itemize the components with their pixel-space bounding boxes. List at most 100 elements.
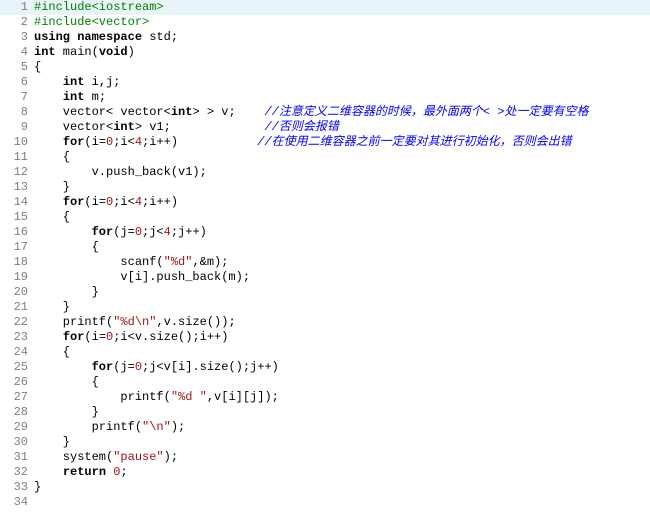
code-token: "pause" [113,450,163,464]
code-token: "\n" [142,420,171,434]
code-line: 30 } [0,435,650,450]
code-token: //注意定义二维容器的时候，最外面两个< >处一定要有空格 [264,105,588,119]
code-token: for [63,195,85,209]
line-number: 22 [0,315,34,330]
code-content: using namespace std; [34,30,650,45]
code-token: printf( [34,390,171,404]
code-token [34,90,63,104]
line-number: 19 [0,270,34,285]
code-content: for(i=0;i<4;i++) [34,195,650,210]
code-line: 1#include<iostream> [0,0,650,15]
code-line: 27 printf("%d ",v[i][j]); [0,390,650,405]
code-token: //在使用二维容器之前一定要对其进行初始化，否则会出错 [257,135,571,149]
code-token: ) [128,45,135,59]
code-token: v[i].push_back(m); [34,270,250,284]
line-number: 6 [0,75,34,90]
code-line: 8 vector< vector<int> > v; //注意定义二维容器的时候… [0,105,650,120]
code-token: vector< [34,120,113,134]
code-token: int [63,75,85,89]
code-token: (j= [113,360,135,374]
line-number: 2 [0,15,34,30]
code-content: for(j=0;j<v[i].size();j++) [34,360,650,375]
code-line: 32 return 0; [0,465,650,480]
code-content: scanf("%d",&m); [34,255,650,270]
code-token: ); [171,420,185,434]
code-content: } [34,405,650,420]
code-token: for [63,135,85,149]
code-line: 21 } [0,300,650,315]
code-content: #include<iostream> [34,0,650,15]
code-token: (i= [84,330,106,344]
code-token: main( [56,45,99,59]
code-token: (j= [113,225,135,239]
code-token: ;i< [113,135,135,149]
code-token: printf( [34,315,113,329]
code-line: 16 for(j=0;j<4;j++) [0,225,650,240]
code-content: return 0; [34,465,650,480]
code-token: ;i< [113,195,135,209]
code-token: 0 [135,360,142,374]
code-token: //否则会报错 [264,120,338,134]
code-token: vector< vector< [34,105,171,119]
line-number: 9 [0,120,34,135]
code-line: 20 } [0,285,650,300]
code-token: for [63,330,85,344]
code-content: for(i=0;i<v.size();i++) [34,330,650,345]
code-token: ); [164,450,178,464]
code-content: v[i].push_back(m); [34,270,650,285]
code-token: system( [34,450,113,464]
code-token: { [34,150,70,164]
code-token: ;i++) [142,195,178,209]
code-token: return [63,465,106,479]
code-token: int [34,45,56,59]
code-token: ;j++) [171,225,207,239]
code-token: } [34,480,41,494]
code-line: 7 int m; [0,90,650,105]
code-line: 2#include<vector> [0,15,650,30]
code-token: ,&m); [192,255,228,269]
line-number: 18 [0,255,34,270]
code-token: { [34,60,41,74]
code-token: { [34,345,70,359]
code-line: 25 for(j=0;j<v[i].size();j++) [0,360,650,375]
code-token: std; [142,30,178,44]
code-token: 4 [135,135,142,149]
code-token: > > v; [192,105,264,119]
code-token: i,j; [84,75,120,89]
code-content: } [34,480,650,495]
code-content: } [34,285,650,300]
line-number: 24 [0,345,34,360]
code-line: 22 printf("%d\n",v.size()); [0,315,650,330]
line-number: 5 [0,60,34,75]
code-line: 6 int i,j; [0,75,650,90]
code-content: { [34,210,650,225]
code-token: for [92,225,114,239]
code-token: for [92,360,114,374]
code-editor: 1#include<iostream>2#include<vector>3usi… [0,0,650,510]
code-content: } [34,300,650,315]
code-content: printf("\n"); [34,420,650,435]
line-number: 31 [0,450,34,465]
line-number: 7 [0,90,34,105]
code-content: int m; [34,90,650,105]
code-content: int main(void) [34,45,650,60]
code-content: for(i=0;i<4;i++) //在使用二维容器之前一定要对其进行初始化，否… [34,135,650,150]
code-content: printf("%d\n",v.size()); [34,315,650,330]
code-token: ,v.size()); [156,315,235,329]
code-token: "%d" [164,255,193,269]
code-content: vector<int> v1; //否则会报错 [34,120,650,135]
code-line: 28 } [0,405,650,420]
line-number: 14 [0,195,34,210]
line-number: 32 [0,465,34,480]
code-line: 18 scanf("%d",&m); [0,255,650,270]
line-number: 34 [0,495,34,510]
code-token: ; [120,465,127,479]
code-line: 12 v.push_back(v1); [0,165,650,180]
line-number: 12 [0,165,34,180]
code-content: { [34,240,650,255]
code-line: 17 { [0,240,650,255]
code-content: } [34,180,650,195]
line-number: 4 [0,45,34,60]
code-token: int [63,90,85,104]
code-line: 33} [0,480,650,495]
